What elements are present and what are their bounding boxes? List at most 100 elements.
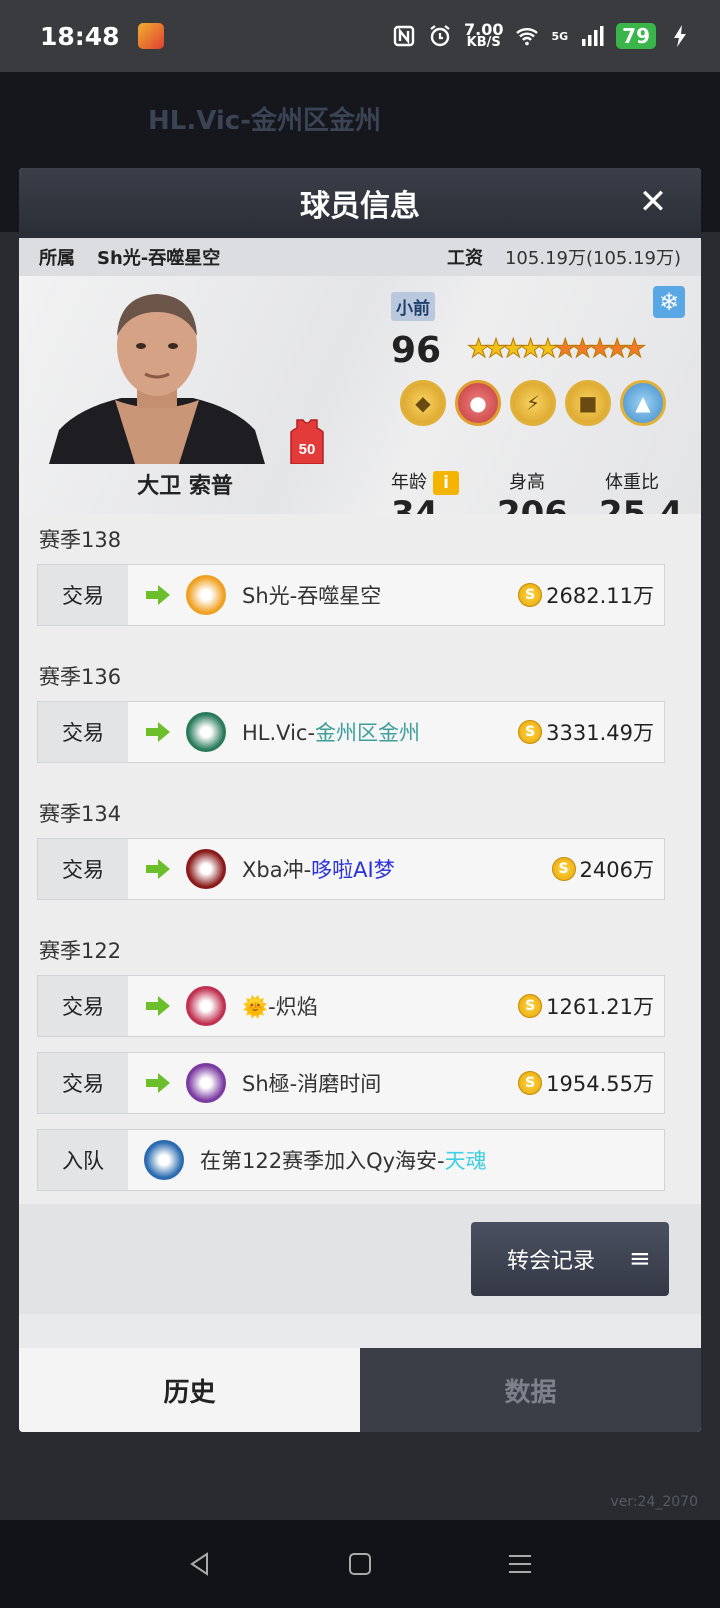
snowflake-icon[interactable]: ❄: [653, 286, 685, 318]
shooter-skill-icon[interactable]: ◆: [400, 380, 446, 426]
position-badge: 小前: [391, 292, 435, 321]
arrow-right-icon: [146, 859, 170, 879]
modal-header: 球员信息 ✕: [19, 168, 701, 238]
team-name-highlight: 哆啦AI梦: [311, 858, 395, 882]
team-name-main: 在第122赛季加入Qy海安-: [200, 1149, 445, 1173]
transfer-record-row[interactable]: 入队 在第122赛季加入Qy海安-天魂: [37, 1129, 665, 1191]
record-type: 入队: [38, 1130, 128, 1190]
transfer-fee-value: 2682.11万: [546, 584, 654, 608]
arrow-right-icon: [146, 996, 170, 1016]
coin-icon: S: [551, 857, 576, 881]
close-button[interactable]: ✕: [633, 182, 673, 222]
arrow-right-icon: [146, 585, 170, 605]
team-name: 在第122赛季加入Qy海安-天魂: [200, 1145, 487, 1175]
record-type: 交易: [38, 1053, 128, 1113]
bottom-tabs: 历史 数据: [19, 1348, 701, 1432]
battery-level: 79: [616, 23, 656, 49]
status-bar: 18:48 7.00 KB/S 5G 79: [0, 0, 720, 72]
transfer-fee: S 2406万: [551, 854, 654, 884]
season-label: 赛季136: [39, 665, 122, 689]
coin-icon: S: [518, 994, 543, 1018]
alarm-icon: [430, 25, 450, 47]
network-type: 5G: [551, 29, 569, 43]
player-card: 50 大卫 索普 小前 ❄ 96 ★ ★ ★ ★ ★ ★ ★ ★ ★ ★ ◆ ● ⚡ ■ ▲ 年龄 i 身高…: [19, 276, 701, 534]
team-name: HL.Vic-金州区金州: [242, 717, 420, 747]
player-portrait: [49, 294, 265, 464]
power-skill-icon[interactable]: ●: [455, 380, 501, 426]
menu-icon: ≡: [629, 1244, 651, 1274]
coin-icon: S: [518, 1071, 543, 1095]
team-name: Sh光-吞噬星空: [242, 580, 381, 610]
salary-value: 105.19万(105.19万): [504, 248, 681, 269]
system-nav-bar: [0, 1520, 720, 1608]
team-name-main: Xba冲-: [242, 858, 312, 882]
transfer-record-row[interactable]: 交易 🌞-炽焰 S 1261.21万: [37, 975, 665, 1037]
transfer-fee-value: 1954.55万: [546, 1072, 654, 1096]
season-label: 赛季122: [39, 939, 122, 963]
charging-icon: [674, 25, 686, 47]
skill-badges: ◆ ● ⚡ ■ ▲: [400, 380, 666, 426]
jersey-icon: 50: [290, 419, 324, 464]
height-label: 身高: [509, 472, 545, 493]
background-title: HL.Vic-金州区金州: [148, 106, 381, 136]
defense-skill-icon[interactable]: ▲: [620, 380, 666, 426]
app-notification-icon: [137, 23, 164, 49]
team-name-main: 🌞-炽焰: [242, 995, 318, 1019]
player-rating: 96: [391, 330, 442, 371]
energy-skill-icon[interactable]: ⚡: [510, 380, 556, 426]
player-name: 大卫 索普: [137, 474, 233, 499]
team-name-highlight: 天魂: [444, 1149, 487, 1173]
history-list[interactable]: 赛季138 交易 Sh光-吞噬星空 S 2682.11万 赛季136 交易 HL.Vic-金州…: [19, 514, 701, 1214]
team-logo: [186, 712, 226, 752]
team-name: 🌞-炽焰: [242, 991, 318, 1021]
season-label: 赛季138: [39, 528, 122, 552]
transfer-fee-value: 3331.49万: [546, 721, 654, 745]
arrow-right-icon: [146, 1073, 170, 1093]
transfer-fee: S 3331.49万: [518, 717, 654, 747]
team-logo: [186, 849, 226, 889]
strength-skill-icon[interactable]: ■: [565, 380, 611, 426]
transfer-fee: S 2682.11万: [518, 580, 654, 610]
status-time: 18:48: [40, 21, 120, 51]
salary-label: 工资: [446, 248, 483, 269]
wifi-icon: [516, 28, 539, 46]
recents-icon[interactable]: [507, 1551, 533, 1577]
season-label: 赛季134: [39, 802, 122, 826]
signal-icon: [582, 26, 604, 46]
affiliation-team: Sh光-吞噬星空: [97, 248, 221, 269]
team-logo: [186, 1063, 226, 1103]
team-name: Xba冲-哆啦AI梦: [242, 854, 395, 884]
weight-label: 体重比: [605, 472, 659, 493]
player-info-modal: 球员信息 ✕ 所属 Sh光-吞噬星空 工资 105.19万(105.19万) 5…: [19, 168, 701, 1432]
version-label: ver:24_2070: [610, 1494, 698, 1510]
team-logo: [144, 1140, 184, 1180]
footer-area: 转会记录 ≡: [19, 1204, 701, 1314]
back-icon[interactable]: [187, 1551, 213, 1577]
transfer-record-row[interactable]: 交易 Sh光-吞噬星空 S 2682.11万: [37, 564, 665, 626]
transfer-record-label: 转会记录: [507, 1249, 596, 1274]
transfer-fee: S 1954.55万: [518, 1068, 654, 1098]
record-type: 交易: [38, 565, 128, 625]
transfer-record-row[interactable]: 交易 HL.Vic-金州区金州 S 3331.49万: [37, 701, 665, 763]
record-type: 交易: [38, 976, 128, 1036]
team-name-main: Sh極-消磨时间: [242, 1072, 382, 1096]
star-rating: ★ ★ ★ ★ ★ ★ ★ ★ ★ ★: [466, 334, 646, 365]
star-icon: ★: [622, 334, 647, 365]
affiliation-strip: 所属 Sh光-吞噬星空 工资 105.19万(105.19万): [19, 238, 701, 276]
transfer-record-row[interactable]: 交易 Xba冲-哆啦AI梦 S 2406万: [37, 838, 665, 900]
arrow-right-icon: [146, 722, 170, 742]
record-type: 交易: [38, 839, 128, 899]
transfer-fee-value: 2406万: [579, 858, 654, 882]
team-name-main: Sh光-吞噬星空: [242, 584, 382, 608]
nfc-icon: [393, 25, 415, 47]
transfer-fee: S 1261.21万: [518, 991, 654, 1021]
tab-data[interactable]: 数据: [360, 1348, 701, 1432]
team-name-main: HL.Vic-: [242, 721, 316, 745]
tab-history[interactable]: 历史: [19, 1348, 360, 1432]
coin-icon: S: [518, 720, 543, 744]
team-name: Sh極-消磨时间: [242, 1068, 381, 1098]
home-icon[interactable]: [347, 1551, 373, 1577]
transfer-record-row[interactable]: 交易 Sh極-消磨时间 S 1954.55万: [37, 1052, 665, 1114]
info-icon[interactable]: i: [433, 471, 459, 495]
transfer-record-button[interactable]: 转会记录 ≡: [471, 1222, 669, 1296]
